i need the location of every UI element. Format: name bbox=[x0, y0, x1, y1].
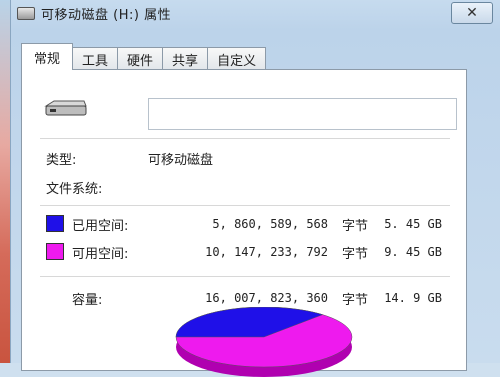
capacity-unit: 字节 bbox=[342, 293, 369, 308]
drive-name-input[interactable] bbox=[148, 98, 457, 130]
tab-sharing[interactable]: 共享 bbox=[162, 47, 209, 70]
free-space-bytes: 10, 147, 233, 792 bbox=[205, 245, 328, 259]
divider bbox=[40, 205, 450, 206]
window-title: 可移动磁盘 (H:) 属性 bbox=[41, 7, 172, 23]
used-space-size: 5. 45 GB bbox=[384, 217, 442, 231]
tab-hardware[interactable]: 硬件 bbox=[117, 47, 164, 70]
properties-window: 可移动磁盘 (H:) 属性 ✕ 常规 工具 硬件 共享 自定义 类型: 可移动磁… bbox=[10, 0, 500, 377]
used-space-bytes: 5, 860, 589, 568 bbox=[212, 217, 328, 231]
free-space-swatch bbox=[46, 243, 64, 260]
capacity-label: 容量: bbox=[72, 293, 103, 308]
used-space-label: 已用空间: bbox=[72, 219, 129, 234]
type-value: 可移动磁盘 bbox=[148, 153, 214, 168]
tab-strip: 常规 工具 硬件 共享 自定义 bbox=[21, 43, 267, 70]
close-button[interactable]: ✕ bbox=[451, 2, 493, 24]
disk-usage-pie bbox=[175, 307, 353, 377]
close-icon: ✕ bbox=[466, 5, 478, 21]
free-space-label: 可用空间: bbox=[72, 247, 129, 262]
capacity-size: 14. 9 GB bbox=[384, 291, 442, 305]
divider bbox=[40, 138, 450, 139]
free-space-size: 9. 45 GB bbox=[384, 245, 442, 259]
type-label: 类型: bbox=[46, 153, 77, 168]
removable-drive-icon bbox=[44, 100, 87, 116]
tab-customize[interactable]: 自定义 bbox=[207, 47, 267, 70]
capacity-bytes: 16, 007, 823, 360 bbox=[205, 291, 328, 305]
removable-drive-icon bbox=[17, 6, 35, 20]
general-tab-panel: 类型: 可移动磁盘 文件系统: 已用空间: 5, 860, 589, 568 字… bbox=[21, 69, 467, 377]
title-bar[interactable]: 可移动磁盘 (H:) 属性 bbox=[11, 0, 500, 26]
tab-tools[interactable]: 工具 bbox=[72, 47, 119, 70]
tab-general[interactable]: 常规 bbox=[21, 43, 74, 70]
free-space-unit: 字节 bbox=[342, 247, 369, 262]
filesystem-label: 文件系统: bbox=[46, 182, 103, 197]
used-space-unit: 字节 bbox=[342, 219, 369, 234]
used-space-swatch bbox=[46, 215, 64, 232]
divider bbox=[40, 276, 450, 277]
